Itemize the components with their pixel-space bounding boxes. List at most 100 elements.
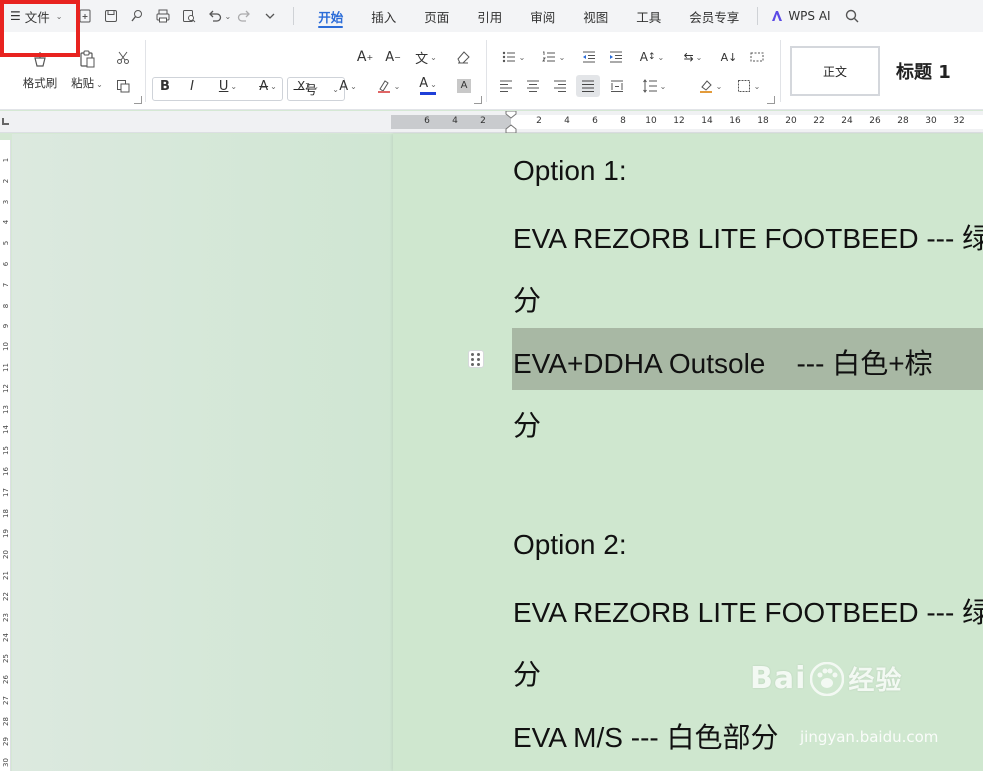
tab-references[interactable]: 引用: [463, 0, 516, 32]
increase-indent-icon[interactable]: [605, 47, 627, 67]
justify-icon[interactable]: [576, 75, 600, 97]
search-icon[interactable]: [839, 4, 865, 28]
doc-paragraph[interactable]: Option 1:: [513, 155, 627, 187]
ruler-tick-label: 18: [757, 116, 769, 126]
save-icon[interactable]: [98, 4, 124, 28]
vertical-ruler[interactable]: 1 2 3 4 5 6 7 8 9 10 11 12 13 14 15 16 17 18 19 20 21 22 23 24 2…: [0, 140, 11, 771]
vertical-ruler-tick-label: 11: [2, 363, 10, 372]
doc-paragraph[interactable]: 分: [513, 653, 541, 693]
ruler-tick-label: 28: [897, 116, 909, 126]
text-direction-icon[interactable]: A ↕ ⌄: [636, 47, 668, 67]
ruler-margin-area: [391, 115, 511, 129]
tab-insert[interactable]: 插入: [357, 0, 410, 32]
ruler-tick-label: 16: [729, 116, 741, 126]
vertical-ruler-tick-label: 24: [2, 633, 10, 643]
vertical-ruler-tick-label: 26: [2, 675, 10, 684]
bold-icon[interactable]: B: [155, 76, 175, 96]
tab-label: 工具: [636, 9, 662, 25]
tab-tools[interactable]: 工具: [622, 0, 675, 32]
superscript-icon[interactable]: X 2 ⌄: [292, 76, 324, 96]
paste-button[interactable]: 粘贴 ⌄: [66, 44, 108, 96]
style-heading1[interactable]: 标题 1: [884, 46, 983, 96]
clear-format-icon[interactable]: [452, 47, 474, 67]
menu-bar: ☰ 文件 ⌄ ⌄ 开始 插入 页面 引用 审阅 视图 工具 会员专享 WPS A…: [0, 0, 983, 32]
horizontal-ruler[interactable]: 6 4 2 2 4 6 8 10 12 14 16 18 20 22 24 26 28 30 32: [0, 111, 983, 133]
doc-paragraph[interactable]: EVA REZORB LITE FOOTBEED --- 绿: [513, 217, 983, 257]
line-spacing-icon[interactable]: ⌄: [638, 76, 670, 96]
ruler-tick-label: 4: [452, 116, 458, 126]
tab-page[interactable]: 页面: [410, 0, 463, 32]
doc-paragraph[interactable]: EVA M/S --- 白色部分: [513, 716, 779, 756]
paragraph-dialog-launcher-icon[interactable]: [767, 96, 775, 104]
grow-font-icon[interactable]: A +: [354, 47, 376, 67]
tab-stop-selector-icon[interactable]: [2, 118, 9, 125]
print-preview-icon[interactable]: [176, 4, 202, 28]
ruler-tick-label: 12: [673, 116, 685, 126]
vertical-ruler-tick-label: 20: [2, 550, 10, 560]
vertical-ruler-tick-label: 9: [2, 324, 10, 329]
vertical-ruler-tick-label: 22: [2, 591, 10, 601]
undo-dropdown-icon[interactable]: ⌄: [224, 12, 231, 21]
underline-icon[interactable]: U ⌄: [212, 76, 244, 96]
borders-icon[interactable]: ⌄: [732, 76, 764, 96]
paragraph-shading-icon[interactable]: ⌄: [694, 76, 726, 96]
sort-icon[interactable]: ⇆ ⌄: [678, 47, 708, 67]
menu-separator: [757, 7, 759, 25]
wps-ai-button[interactable]: WPS AI: [762, 9, 838, 23]
more-dropdown-icon[interactable]: [257, 4, 283, 28]
sort-az-icon[interactable]: A↓: [718, 47, 740, 67]
align-center-icon[interactable]: [523, 76, 543, 96]
phonetic-guide-icon[interactable]: 文 ⌄: [410, 47, 442, 67]
tab-home[interactable]: 开始: [304, 0, 357, 32]
tab-review[interactable]: 审阅: [516, 0, 569, 32]
redo-icon[interactable]: [231, 4, 257, 28]
vertical-ruler-tick-label: 6: [2, 261, 10, 267]
tab-label: 页面: [424, 9, 450, 25]
strikethrough-icon[interactable]: A ⌄: [252, 76, 284, 96]
tab-label: 引用: [477, 9, 503, 25]
doc-paragraph-selected[interactable]: EVA+DDHA Outsole --- 白色+棕: [513, 342, 933, 382]
file-menu-button[interactable]: ☰ 文件 ⌄: [0, 0, 72, 32]
char-shading-icon[interactable]: A: [454, 76, 474, 96]
ruler-tick-label: 8: [620, 116, 626, 126]
paste-label-text: 粘贴: [71, 76, 95, 90]
highlight-color-icon[interactable]: ⌄: [372, 76, 404, 96]
show-marks-icon[interactable]: [746, 47, 768, 67]
ruler-tick-label: 14: [701, 116, 713, 126]
shrink-font-icon[interactable]: A −: [382, 47, 404, 67]
font-dialog-launcher-icon[interactable]: [474, 96, 482, 104]
tab-label: 视图: [583, 9, 609, 25]
vertical-ruler-tick-label: 29: [2, 737, 10, 747]
print-icon[interactable]: [150, 4, 176, 28]
copy-icon[interactable]: [112, 76, 134, 96]
italic-icon[interactable]: I: [182, 76, 202, 96]
tab-member[interactable]: 会员专享: [675, 0, 753, 32]
align-right-icon[interactable]: [550, 76, 570, 96]
ruler-tick-label: 6: [592, 116, 598, 126]
text-effect-icon[interactable]: A ⌄: [332, 76, 364, 96]
decrease-indent-icon[interactable]: [578, 47, 600, 67]
bullets-icon[interactable]: ⌄: [498, 47, 528, 67]
clipboard-dialog-launcher-icon[interactable]: [134, 96, 142, 104]
font-color-icon[interactable]: A ⌄: [412, 76, 444, 96]
drag-handle-icon[interactable]: [468, 350, 484, 368]
format-painter-button[interactable]: 格式刷: [18, 44, 62, 96]
new-document-icon[interactable]: [72, 4, 98, 28]
style-normal[interactable]: 正文: [790, 46, 880, 96]
vertical-ruler-tick-label: 3: [2, 199, 10, 204]
tab-view[interactable]: 视图: [569, 0, 622, 32]
distributed-icon[interactable]: [606, 76, 628, 96]
align-left-icon[interactable]: [496, 76, 516, 96]
format-brush-icon[interactable]: [124, 4, 150, 28]
numbering-icon[interactable]: ⌄: [538, 47, 568, 67]
doc-paragraph[interactable]: 分: [513, 404, 541, 444]
doc-paragraph[interactable]: Option 2:: [513, 529, 627, 561]
doc-paragraph[interactable]: EVA REZORB LITE FOOTBEED --- 绿: [513, 591, 983, 631]
ruler-tick-label: 6: [424, 116, 430, 126]
doc-text: 分: [513, 409, 542, 442]
paste-label: 粘贴 ⌄: [71, 75, 103, 91]
indent-marker-icon[interactable]: [505, 111, 517, 133]
cut-icon[interactable]: [112, 48, 134, 68]
doc-paragraph[interactable]: 分: [513, 279, 541, 319]
vertical-ruler-tick-label: 13: [2, 404, 10, 414]
